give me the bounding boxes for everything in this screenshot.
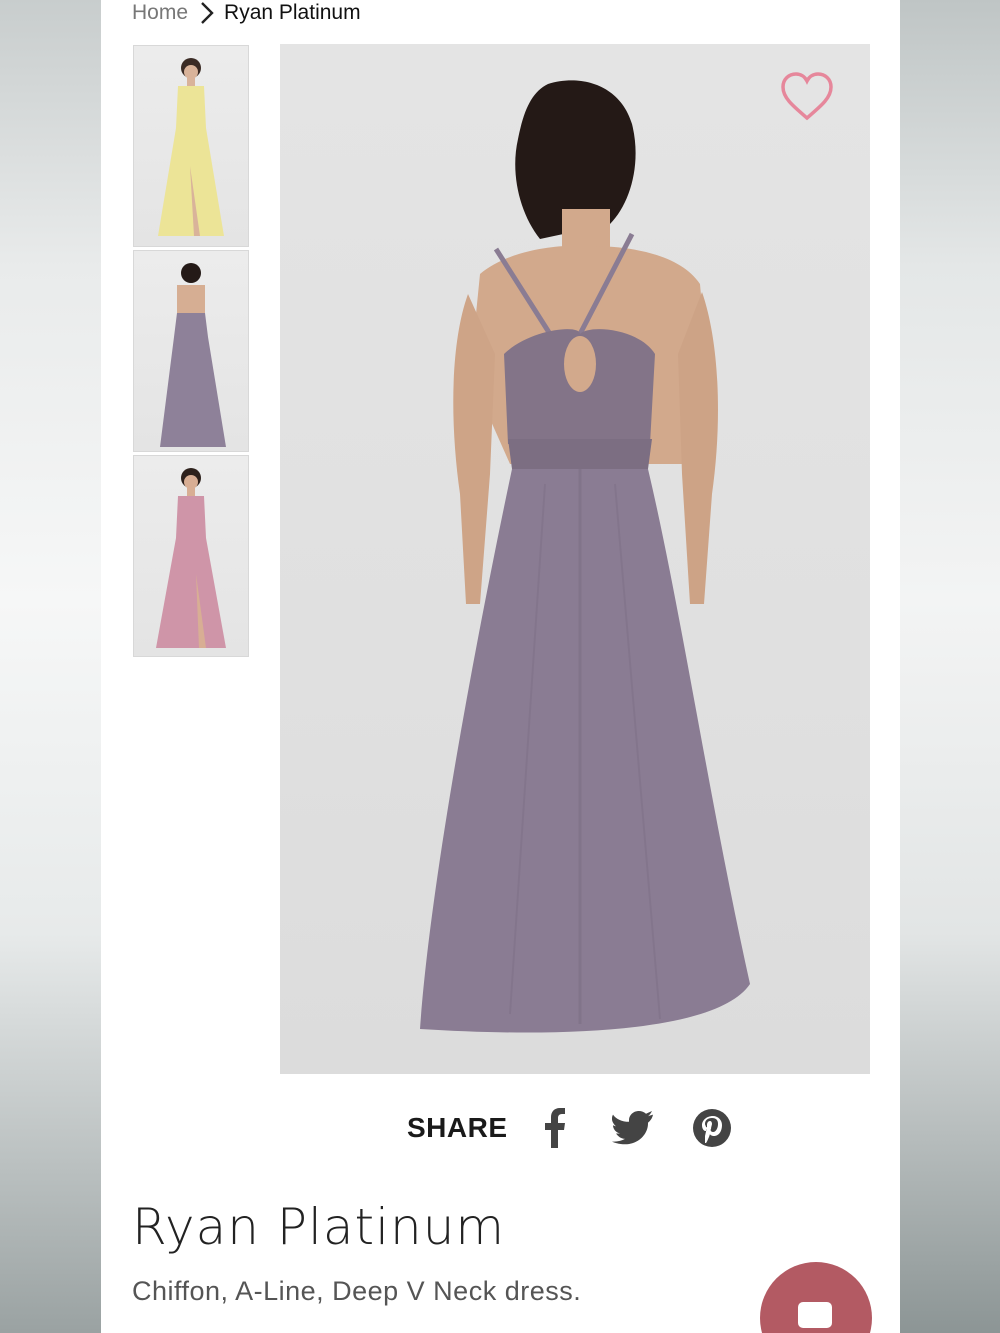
pinterest-icon[interactable] — [690, 1106, 734, 1150]
facebook-icon[interactable] — [532, 1106, 576, 1150]
thumbnail-gallery — [133, 45, 249, 660]
favorite-heart-icon[interactable] — [779, 70, 835, 126]
thumbnail-pink-dress[interactable] — [133, 455, 249, 657]
dress-back-illustration — [420, 80, 750, 1033]
product-title: Ryan Platinum — [132, 1198, 506, 1256]
twitter-icon[interactable] — [611, 1106, 655, 1150]
background-left — [0, 0, 101, 1333]
product-description: Chiffon, A-Line, Deep V Neck dress. — [132, 1276, 582, 1306]
breadcrumb-home-link[interactable]: Home — [132, 1, 188, 25]
main-product-image[interactable] — [280, 44, 870, 1074]
chevron-right-icon — [200, 1, 214, 25]
chat-button[interactable] — [760, 1262, 872, 1333]
product-page: Home Ryan Platinum SHARE Ryan Platinum C… — [101, 0, 900, 1333]
background-right — [899, 0, 1000, 1333]
chat-bubble-icon — [798, 1302, 832, 1328]
share-label: SHARE — [407, 1112, 508, 1143]
thumbnail-yellow-dress[interactable] — [133, 45, 249, 247]
breadcrumb-current: Ryan Platinum — [224, 1, 361, 24]
breadcrumb: Home Ryan Platinum — [132, 0, 361, 26]
thumbnail-platinum-dress[interactable] — [133, 250, 249, 452]
share-bar: SHARE — [407, 1100, 769, 1156]
